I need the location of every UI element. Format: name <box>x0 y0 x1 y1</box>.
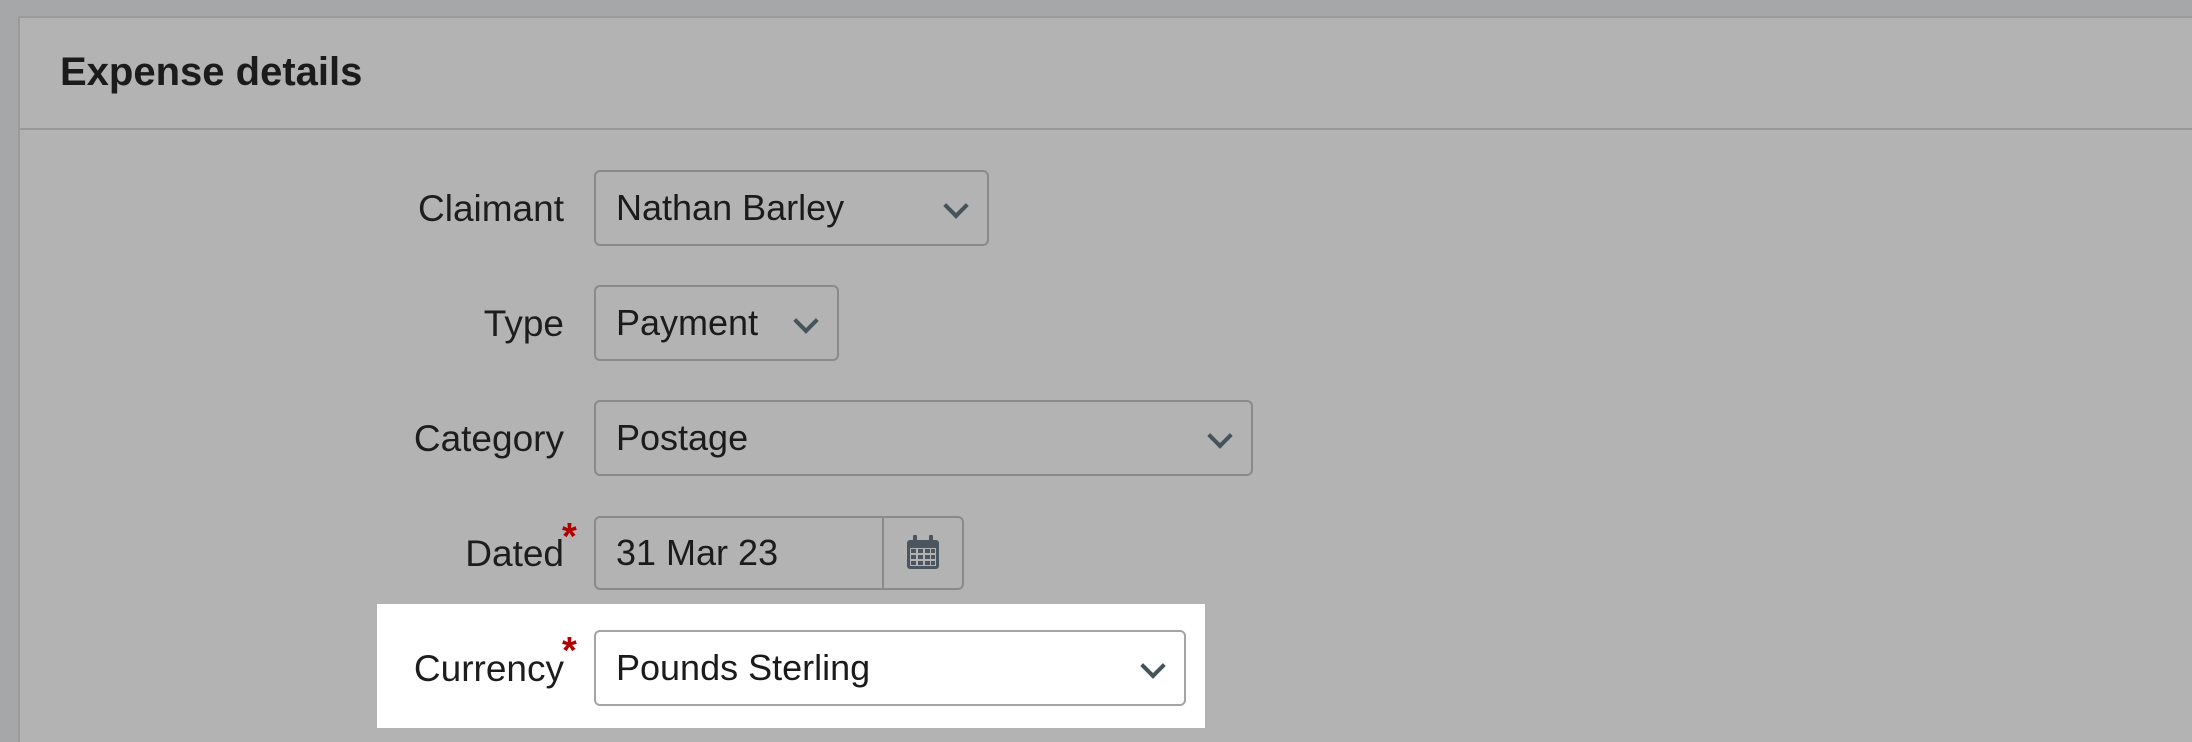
chevron-down-icon <box>793 308 819 334</box>
currency-value: Pounds Sterling <box>616 647 871 688</box>
category-select[interactable]: Postage <box>594 400 1253 476</box>
currency-select[interactable]: Pounds Sterling <box>594 630 1186 706</box>
category-value: Postage <box>616 417 749 458</box>
dated-label: Dated <box>465 533 564 574</box>
panel-title: Expense details <box>60 50 363 94</box>
type-label: Type <box>483 303 564 344</box>
dated-input[interactable]: 31 Mar 23 <box>594 516 884 590</box>
required-marker: * <box>562 630 577 672</box>
required-marker: * <box>562 516 577 558</box>
chevron-down-icon <box>1207 423 1233 449</box>
claimant-value: Nathan Barley <box>616 187 845 228</box>
type-value: Payment <box>616 302 759 343</box>
calendar-icon <box>907 535 939 569</box>
date-picker-button[interactable] <box>882 516 964 590</box>
chevron-down-icon <box>1140 653 1166 679</box>
currency-label: Currency <box>413 648 564 689</box>
category-label: Category <box>413 418 564 459</box>
claimant-label: Claimant <box>418 188 564 229</box>
chevron-down-icon <box>943 193 969 219</box>
dated-value: 31 Mar 23 <box>616 532 779 573</box>
panel-header: Expense details <box>20 18 2192 130</box>
claimant-select[interactable]: Nathan Barley <box>594 170 989 246</box>
type-select[interactable]: Payment <box>594 285 839 361</box>
